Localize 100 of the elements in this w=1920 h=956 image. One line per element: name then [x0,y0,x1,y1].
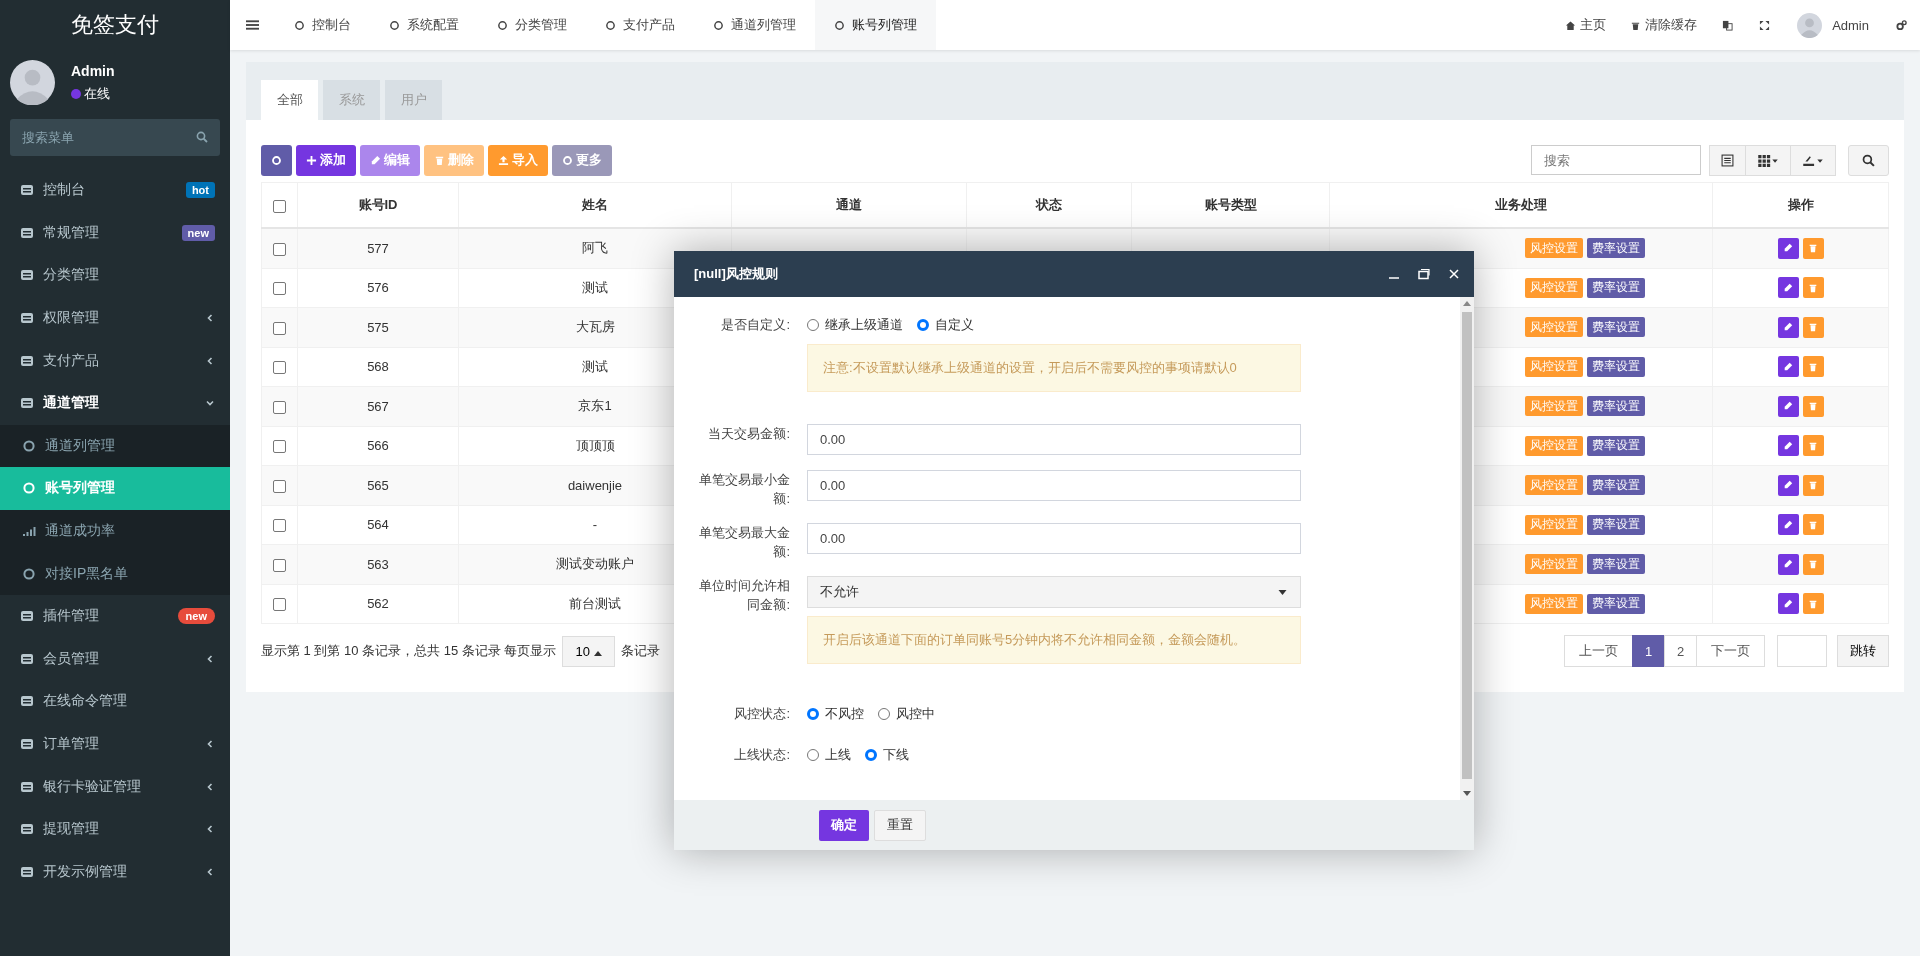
close-icon[interactable] [1448,268,1460,280]
edit-button[interactable] [1777,237,1799,259]
input-field[interactable]: 0.00 [807,470,1301,501]
rate-settings-button[interactable]: 费率设置 [1587,514,1645,535]
menu-item[interactable]: 会员管理 [0,637,230,681]
scroll-down-icon[interactable] [1463,791,1471,796]
menu-item[interactable]: 订单管理 [0,722,230,766]
add-button[interactable]: 添加 [296,144,356,176]
rate-settings-button[interactable]: 费率设置 [1587,238,1645,259]
refresh-button[interactable] [261,144,292,176]
chevron-left-icon [205,739,215,749]
edit-button[interactable] [1777,395,1799,417]
row-checkbox[interactable] [273,282,286,296]
menu-item[interactable]: 插件管理 new [0,594,230,638]
rate-settings-button[interactable]: 费率设置 [1587,396,1645,417]
submenu-item[interactable]: 通道成功率 [0,509,230,553]
table-cell: 562 [297,584,459,624]
radio-button[interactable] [917,318,929,331]
confirm-button[interactable]: 确定 [819,809,869,841]
columns-button[interactable] [1745,144,1791,176]
row-checkbox[interactable] [273,440,286,454]
page-button[interactable]: 1 [1632,635,1665,667]
menu-icon[interactable] [246,19,259,31]
nav-tab[interactable]: 控制台 [275,0,370,50]
table-cell: 575 [297,307,459,347]
field-label: 风控状态: [733,705,791,723]
page-size-dropdown[interactable]: 10 [562,635,615,667]
rate-settings-button[interactable]: 费率设置 [1587,277,1645,298]
top-link[interactable]: 主页 [1553,16,1619,34]
radio-label: 继承上级通道 [825,315,903,334]
view-toggle-button[interactable] [1709,144,1746,176]
radio-button[interactable] [807,748,819,761]
rate-settings-button[interactable]: 费率设置 [1587,317,1645,338]
row-checkbox[interactable] [273,400,286,414]
upload-icon [498,154,509,166]
top-link[interactable]: 清除缓存 [1618,16,1710,34]
nav-tab[interactable]: 账号列管理 [815,0,936,50]
edit-button[interactable] [1777,593,1799,615]
nav-tab[interactable]: 系统配置 [370,0,478,50]
radio-button[interactable] [865,748,877,761]
menu-item[interactable]: 分类管理 [0,254,230,297]
menu-item[interactable]: 银行卡验证管理 [0,765,230,808]
row-checkbox[interactable] [273,558,286,572]
rate-settings-button[interactable]: 费率设置 [1587,356,1645,377]
pencil-icon [1783,322,1793,333]
edit-button[interactable] [1777,474,1799,496]
circle-icon [22,566,36,581]
radio-button[interactable] [807,707,819,720]
rate-settings-button[interactable]: 费率设置 [1587,554,1645,575]
input-field[interactable]: 0.00 [807,424,1301,455]
menu-item[interactable]: 常规管理 new [0,211,230,255]
nav-tab[interactable]: 通道列管理 [694,0,815,50]
radio-label: 不风控 [825,704,864,723]
row-checkbox[interactable] [273,242,286,256]
rate-settings-button[interactable]: 费率设置 [1587,593,1645,614]
reset-button[interactable]: 重置 [874,809,926,841]
menu-item[interactable]: 通道管理 [0,381,230,425]
prev-page-button[interactable]: 上一页 [1564,635,1633,667]
row-checkbox[interactable] [273,321,286,335]
submenu-item[interactable]: 对接IP黑名单 [0,552,230,595]
trash-icon [1808,440,1818,451]
menu-item[interactable]: 开发示例管理 [0,850,230,894]
edit-button[interactable] [1777,435,1799,457]
row-checkbox[interactable] [273,519,286,533]
menu-item[interactable]: 提现管理 [0,807,230,851]
menu-item[interactable]: 支付产品 [0,339,230,382]
next-page-button[interactable]: 下一页 [1696,635,1765,667]
export-button[interactable] [1790,144,1836,176]
edit-button[interactable] [1777,514,1799,536]
maximize-icon[interactable] [1418,268,1430,280]
select-all-checkbox[interactable] [273,199,286,213]
row-checkbox[interactable] [273,479,286,493]
rate-settings-button[interactable]: 费率设置 [1587,435,1645,456]
search-field[interactable]: 搜索 [1531,145,1701,175]
jump-button[interactable]: 跳转 [1837,635,1889,667]
rate-settings-button[interactable]: 费率设置 [1587,475,1645,496]
scrollbar-thumb[interactable] [1462,312,1472,779]
edit-button[interactable] [1777,277,1799,299]
nav-tab[interactable]: 分类管理 [478,0,586,50]
edit-button[interactable] [1777,316,1799,338]
row-checkbox[interactable] [273,598,286,612]
radio-button[interactable] [878,707,890,720]
caret-up-icon [593,650,602,656]
menu-item[interactable]: 权限管理 [0,296,230,340]
radio-button[interactable] [807,318,819,331]
menu-search-field[interactable]: 搜索菜单 [10,119,220,156]
edit-button[interactable] [1777,553,1799,575]
user-menu[interactable]: Admin [1783,12,1883,38]
filter-tab[interactable]: 全部 [261,80,318,120]
submenu-item[interactable]: 通道列管理 [0,424,230,468]
search-button[interactable] [1848,144,1889,176]
menu-item[interactable]: 在线命令管理 [0,680,230,723]
page-number-field[interactable] [1777,635,1827,667]
menu-item[interactable]: 控制台 hot [0,169,230,212]
select-dropdown[interactable]: 不允许 [807,576,1301,608]
page-button[interactable]: 2 [1664,635,1697,667]
input-field[interactable]: 0.00 [807,523,1301,554]
nav-tab[interactable]: 支付产品 [586,0,694,50]
edit-button[interactable] [1777,356,1799,378]
row-checkbox[interactable] [273,361,286,375]
